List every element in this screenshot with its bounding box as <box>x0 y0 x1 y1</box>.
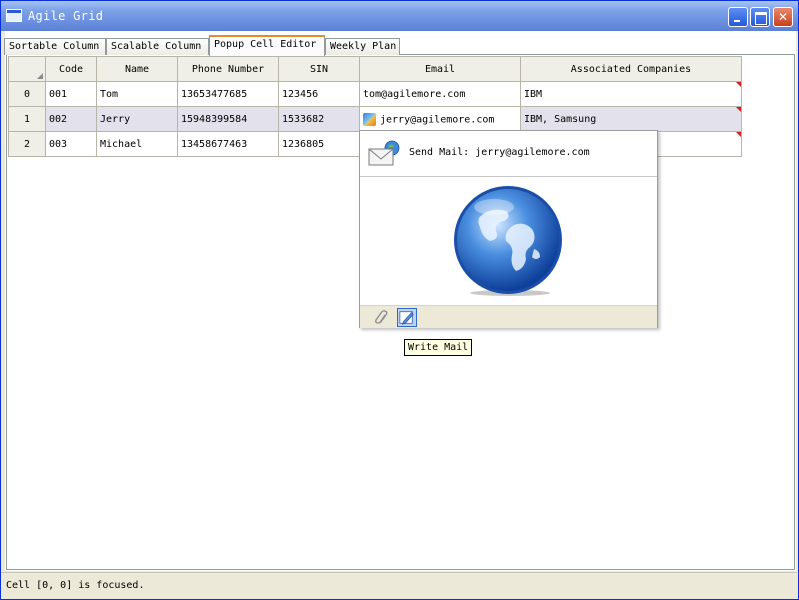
cell-email-editor[interactable]: jerry@agilemore.com <box>359 106 521 132</box>
minimize-icon <box>729 8 747 26</box>
tooltip: Write Mail <box>404 339 473 356</box>
cell-companies[interactable]: IBM, Samsung <box>520 106 742 132</box>
cell-email-text: jerry@agilemore.com <box>380 114 495 125</box>
column-header-sin[interactable]: SIN <box>278 56 360 82</box>
cell-phone[interactable]: 13458677463 <box>177 131 279 157</box>
table-row: 1 002 Jerry 15948399584 1533682 jerry@ag… <box>8 106 742 132</box>
close-icon: ✕ <box>777 10 789 24</box>
header-row: Code Name Phone Number SIN Email Associa… <box>8 56 742 82</box>
column-header-name[interactable]: Name <box>96 56 178 82</box>
status-bar: Cell [0, 0] is focused. <box>1 572 797 598</box>
close-button[interactable]: ✕ <box>773 7 793 27</box>
maximize-icon <box>751 8 769 26</box>
cell-companies-text: IBM <box>524 88 543 100</box>
maximize-button[interactable] <box>750 7 770 27</box>
cell-companies-text: IBM, Samsung <box>524 113 597 125</box>
cell-phone[interactable]: 13653477685 <box>177 81 279 107</box>
comment-marker-icon <box>736 132 741 137</box>
cell-code[interactable]: 001 <box>45 81 97 107</box>
popup-title: Send Mail: jerry@agilemore.com <box>409 147 590 158</box>
status-text: Cell [0, 0] is focused. <box>6 580 145 591</box>
column-header-phone[interactable]: Phone Number <box>177 56 279 82</box>
envelope-icon <box>368 140 400 166</box>
tab-scalable-column[interactable]: Scalable Column <box>106 38 209 55</box>
comment-marker-icon <box>736 107 741 112</box>
comment-marker-icon <box>736 82 741 87</box>
table-row: 0 001 Tom 13653477685 123456 tom@agilemo… <box>8 81 742 107</box>
cell-sin[interactable]: 1533682 <box>278 106 360 132</box>
select-all-icon <box>37 73 43 79</box>
cell-code[interactable]: 002 <box>45 106 97 132</box>
tab-popup-cell-editor[interactable]: Popup Cell Editor <box>209 35 325 56</box>
cell-name[interactable]: Michael <box>96 131 178 157</box>
cell-name[interactable]: Tom <box>96 81 178 107</box>
row-header[interactable]: 1 <box>8 106 46 132</box>
column-header-code[interactable]: Code <box>45 56 97 82</box>
tab-weekly-plan[interactable]: Weekly Plan <box>325 38 400 55</box>
row-header[interactable]: 2 <box>8 131 46 157</box>
column-header-email[interactable]: Email <box>359 56 521 82</box>
cell-email[interactable]: tom@agilemore.com <box>359 81 521 107</box>
cell-companies[interactable]: IBM <box>520 81 742 107</box>
window-title: Agile Grid <box>28 9 104 23</box>
cell-name[interactable]: Jerry <box>96 106 178 132</box>
cell-phone[interactable]: 15948399584 <box>177 106 279 132</box>
window-icon <box>6 9 22 22</box>
send-mail-popup[interactable]: Send Mail: jerry@agilemore.com <box>359 130 658 328</box>
popup-header: Send Mail: jerry@agilemore.com <box>360 131 657 177</box>
row-header[interactable]: 0 <box>8 81 46 107</box>
write-mail-icon[interactable] <box>397 308 417 327</box>
title-bar[interactable]: Agile Grid ✕ <box>1 1 798 31</box>
cell-sin[interactable]: 1236805 <box>278 131 360 157</box>
popup-toolbar <box>360 305 657 328</box>
mail-editor-icon[interactable] <box>363 112 376 126</box>
column-header-companies[interactable]: Associated Companies <box>520 56 742 82</box>
globe-icon <box>454 186 562 296</box>
minimize-button[interactable] <box>728 7 748 27</box>
tab-sortable-column[interactable]: Sortable Column <box>4 38 106 55</box>
attachment-icon[interactable] <box>373 308 393 327</box>
cell-sin[interactable]: 123456 <box>278 81 360 107</box>
corner-header[interactable] <box>8 56 46 82</box>
cell-code[interactable]: 003 <box>45 131 97 157</box>
